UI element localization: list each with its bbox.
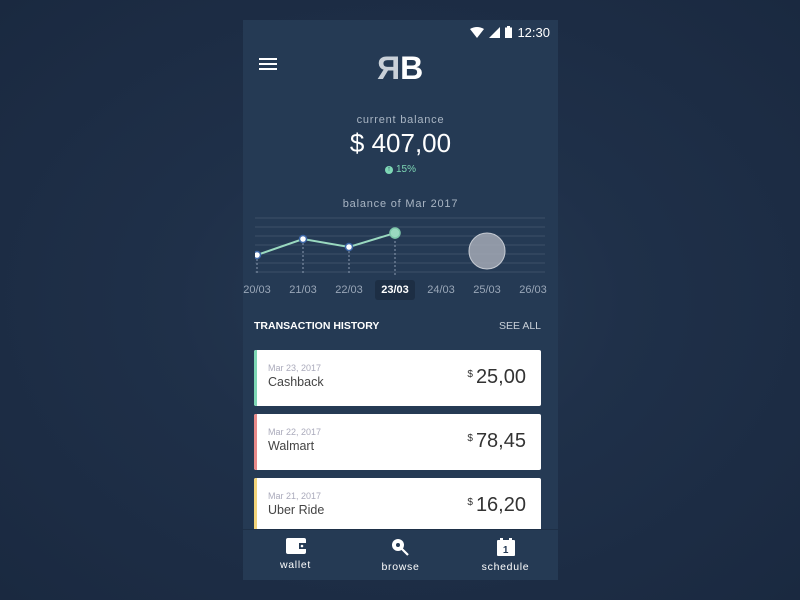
category-color-bar <box>254 350 257 406</box>
category-color-bar <box>254 478 257 534</box>
svg-text:1: 1 <box>502 545 508 556</box>
transaction-date: Mar 23, 2017 <box>268 363 322 373</box>
touch-indicator <box>468 232 506 270</box>
logo-b: B <box>400 50 423 86</box>
chart-x-label[interactable]: 24/03 <box>421 280 461 300</box>
wallet-icon <box>285 538 306 554</box>
app-logo: RB <box>380 50 424 86</box>
chart-x-label[interactable]: 20/03 <box>243 280 277 300</box>
transaction-date: Mar 22, 2017 <box>268 427 322 437</box>
chart-x-label[interactable]: 23/03 <box>375 280 415 300</box>
status-time: 12:30 <box>517 24 550 40</box>
chart-point[interactable] <box>298 234 308 244</box>
wifi-icon <box>470 26 485 38</box>
chart-x-label[interactable]: 26/03 <box>513 280 553 300</box>
arrow-up-icon: ↑ <box>384 165 393 174</box>
chart-x-label[interactable]: 22/03 <box>329 280 369 300</box>
nav-browse[interactable]: browse <box>348 530 453 580</box>
chart-point[interactable] <box>255 250 262 260</box>
balance-label: current balance <box>356 114 445 126</box>
transaction-item[interactable]: Mar 21, 2017 Uber Ride $16,20 <box>254 478 541 534</box>
signal-icon <box>489 26 501 38</box>
currency-symbol: $ <box>467 433 473 444</box>
hamburger-menu-icon[interactable] <box>259 58 277 72</box>
currency-symbol: $ <box>467 369 473 380</box>
chart-point[interactable] <box>389 227 401 239</box>
chart-x-label[interactable]: 25/03 <box>467 280 507 300</box>
currency-symbol: $ <box>467 497 473 508</box>
amount-value: 25,00 <box>475 366 526 388</box>
amount-value: 78,45 <box>475 430 526 452</box>
transaction-name: Uber Ride <box>268 503 325 517</box>
nav-label: browse <box>381 561 420 573</box>
balance-change-value: 15% <box>395 164 416 175</box>
search-icon <box>391 539 409 556</box>
balance-value: $ 407,00 <box>349 128 452 158</box>
transaction-name: Walmart <box>268 439 315 453</box>
transaction-amount: $78,45 <box>467 430 526 453</box>
battery-icon <box>505 26 513 38</box>
transaction-amount: $25,00 <box>467 366 526 389</box>
balance-chart <box>255 217 545 275</box>
chart-title: balance of Mar 2017 <box>342 198 459 210</box>
phone-screen: 12:30 RB current balance $ 407,00 ↑ 15% … <box>243 20 558 580</box>
transaction-item[interactable]: Mar 23, 2017 Cashback $25,00 <box>254 350 541 406</box>
transaction-amount: $16,20 <box>467 494 526 517</box>
category-color-bar <box>254 414 257 470</box>
transaction-history-title: TRANSACTION HISTORY <box>254 320 380 332</box>
nav-label: wallet <box>279 559 312 571</box>
chart-x-axis: 20/03 21/03 22/03 23/03 24/03 25/03 26/03 <box>243 280 553 302</box>
amount-value: 16,20 <box>475 494 526 516</box>
nav-wallet[interactable]: wallet <box>243 530 348 580</box>
nav-schedule[interactable]: 1 schedule <box>453 530 558 580</box>
logo-r: R <box>380 50 401 86</box>
transaction-date: Mar 21, 2017 <box>268 491 322 501</box>
chart-point[interactable] <box>344 242 354 252</box>
see-all-button[interactable]: SEE ALL <box>499 320 541 332</box>
status-bar: 12:30 <box>243 20 558 44</box>
balance-change: ↑ 15% <box>243 164 558 175</box>
transaction-item[interactable]: Mar 22, 2017 Walmart $78,45 <box>254 414 541 470</box>
chart-x-label[interactable]: 21/03 <box>283 280 323 300</box>
transaction-name: Cashback <box>268 375 324 389</box>
calendar-icon: 1 <box>496 538 515 556</box>
bottom-nav: wallet browse 1 schedule <box>243 529 558 580</box>
nav-label: schedule <box>481 561 530 573</box>
